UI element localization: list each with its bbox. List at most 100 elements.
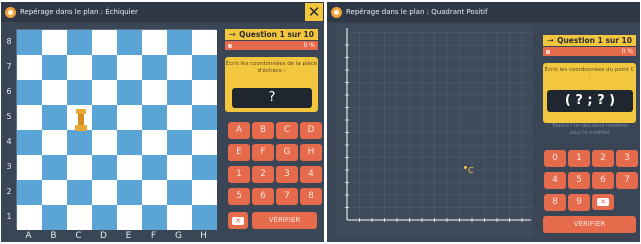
close-icon[interactable]: ✕ <box>305 3 323 21</box>
rook-icon <box>75 109 87 131</box>
verify-button[interactable]: VÉRIFIER <box>543 216 636 233</box>
board-square <box>17 205 42 230</box>
board-square <box>42 55 67 80</box>
question-counter: Question 1 sur 10 <box>239 30 314 39</box>
board-square <box>92 205 117 230</box>
board-square <box>142 105 167 130</box>
key-button[interactable]: 2 <box>592 150 614 167</box>
file-label: H <box>200 231 207 241</box>
board-square <box>167 205 192 230</box>
board-square <box>192 30 217 55</box>
answer-field[interactable]: ( ? ; ? ) <box>547 90 633 112</box>
board-square <box>192 80 217 105</box>
arrow-icon: → <box>229 30 236 39</box>
hint-text: Touche l'un des deux nombres pour le mod… <box>551 123 629 136</box>
board-square <box>142 55 167 80</box>
progress-bar: 0 % <box>543 47 636 56</box>
board-square <box>117 180 142 205</box>
answer-field[interactable]: ? <box>232 88 312 108</box>
board-square <box>192 180 217 205</box>
board-square <box>67 130 92 155</box>
title-bar: Repérage dans le plan : Échiquier <box>1 2 324 22</box>
erase-button[interactable]: ✕ <box>592 194 614 210</box>
rank-label: 4 <box>6 137 12 146</box>
board-square <box>117 105 142 130</box>
chessboard-window: Repérage dans le plan : Échiquier ✕ 8765… <box>1 2 324 242</box>
key-button[interactable]: 5 <box>568 172 590 189</box>
key-button[interactable]: 6 <box>252 188 274 205</box>
verify-button[interactable]: VÉRIFIER <box>252 212 317 229</box>
key-button[interactable]: 6 <box>592 172 614 189</box>
board-square <box>42 105 67 130</box>
board-square <box>92 180 117 205</box>
board-square <box>142 180 167 205</box>
key-button[interactable]: 9 <box>568 194 590 211</box>
key-button[interactable]: 7 <box>276 188 298 205</box>
key-button[interactable]: 8 <box>300 188 322 205</box>
key-button[interactable]: 5 <box>228 188 250 205</box>
rank-label: 6 <box>6 87 12 96</box>
board-square <box>42 30 67 55</box>
board-square <box>67 205 92 230</box>
key-button[interactable]: D <box>300 122 322 139</box>
board-square <box>142 205 167 230</box>
progress-indicator <box>228 43 232 48</box>
app-logo-icon <box>331 6 342 18</box>
point-c-label: C <box>464 166 474 175</box>
board-square <box>67 155 92 180</box>
board-square <box>67 55 92 80</box>
board-square <box>192 155 217 180</box>
key-button[interactable]: 3 <box>616 150 638 167</box>
key-button[interactable]: A <box>228 122 250 139</box>
key-button[interactable]: G <box>276 144 298 161</box>
key-button[interactable]: 1 <box>568 150 590 167</box>
board-square <box>192 105 217 130</box>
window-title: Repérage dans le plan : Échiquier <box>20 8 138 16</box>
key-button[interactable]: 3 <box>276 166 298 183</box>
board-square <box>67 80 92 105</box>
board-square <box>92 105 117 130</box>
file-label: F <box>150 231 157 241</box>
board-square <box>167 55 192 80</box>
board-square <box>17 130 42 155</box>
file-label: G <box>175 231 182 241</box>
board-square <box>67 180 92 205</box>
board-square <box>17 155 42 180</box>
file-label: D <box>100 231 107 241</box>
board-square <box>17 180 42 205</box>
question-header: → Question 1 sur 10 <box>225 29 318 40</box>
key-button[interactable]: C <box>276 122 298 139</box>
board-square <box>42 180 67 205</box>
key-button[interactable]: 4 <box>300 166 322 183</box>
key-button[interactable]: E <box>228 144 250 161</box>
board-square <box>92 130 117 155</box>
erase-button[interactable]: ✕ <box>228 212 248 229</box>
progress-percent: 0 % <box>303 42 315 49</box>
board-square <box>117 30 142 55</box>
board-square <box>142 30 167 55</box>
board-square <box>42 130 67 155</box>
key-button[interactable]: H <box>300 144 322 161</box>
board-square <box>42 205 67 230</box>
arrow-icon: → <box>547 36 554 45</box>
key-button[interactable]: F <box>252 144 274 161</box>
board-square <box>17 80 42 105</box>
board-square <box>192 130 217 155</box>
key-button[interactable]: 8 <box>544 194 566 211</box>
window-title: Repérage dans le plan : Quadrant Positif <box>346 8 488 16</box>
key-button[interactable]: 0 <box>544 150 566 167</box>
key-button[interactable]: B <box>252 122 274 139</box>
board-square <box>92 80 117 105</box>
board-square <box>42 155 67 180</box>
key-button[interactable]: 4 <box>544 172 566 189</box>
key-button[interactable]: 1 <box>228 166 250 183</box>
rank-label: 8 <box>6 37 12 46</box>
key-button[interactable]: 2 <box>252 166 274 183</box>
board-square <box>117 155 142 180</box>
board-square <box>142 80 167 105</box>
rank-label: 2 <box>6 187 12 196</box>
app-logo-icon <box>5 6 16 18</box>
board-square <box>17 55 42 80</box>
rank-label: 1 <box>6 212 12 221</box>
key-button[interactable]: 7 <box>616 172 638 189</box>
